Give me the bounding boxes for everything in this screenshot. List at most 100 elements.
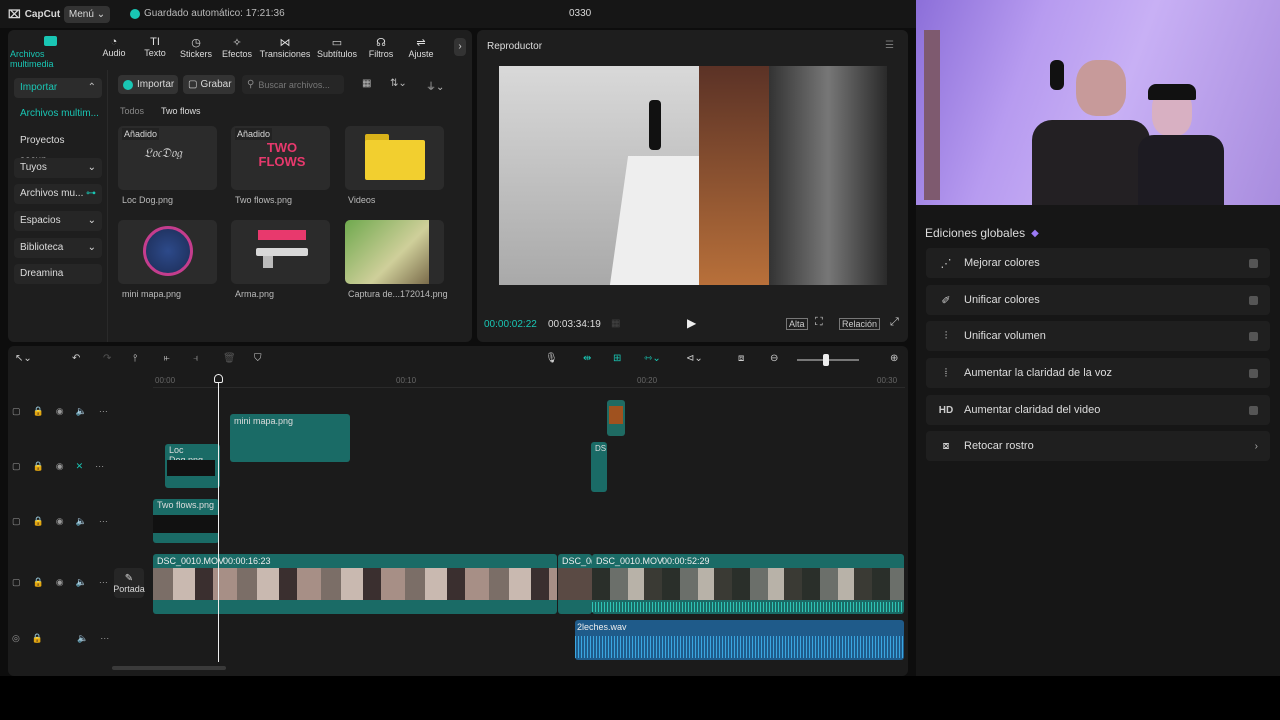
- filter-active[interactable]: Two flows: [161, 106, 201, 116]
- cover-button[interactable]: ✎ Portada: [113, 568, 145, 598]
- grid-view-icon[interactable]: ▦: [362, 78, 371, 89]
- eye-icon[interactable]: ◉: [56, 406, 64, 417]
- tab-effects[interactable]: ✧ Efectos: [218, 36, 256, 59]
- search-input[interactable]: ⚲ Buscar archivos...: [242, 75, 344, 94]
- clip-small-top[interactable]: [607, 400, 625, 436]
- more-icon[interactable]: ⋯: [95, 461, 104, 472]
- record-button[interactable]: ▢ Grabar: [183, 75, 235, 94]
- lock-icon[interactable]: 🔒: [33, 516, 44, 527]
- playhead[interactable]: [214, 374, 223, 662]
- timeline-scrollbar[interactable]: [112, 666, 226, 670]
- import-button[interactable]: Importar: [118, 75, 178, 94]
- media-item-locdog[interactable]: Añadido 𝔏𝔬𝔠𝔇𝔬𝔤: [118, 126, 217, 190]
- media-item-videos-folder[interactable]: [345, 126, 444, 190]
- tab-audio[interactable]: ◔ Audio: [98, 36, 130, 58]
- clip-twoflows[interactable]: Two flows.png: [153, 499, 219, 543]
- more-icon[interactable]: ⋯: [99, 516, 108, 527]
- sidebar-item-dreamina[interactable]: Dreamina: [14, 264, 102, 284]
- clip-main-1[interactable]: DSC_0010.MOV 00:00:16:23: [153, 554, 557, 614]
- global-item-enhance-colors[interactable]: ⋰ Mejorar colores: [926, 248, 1270, 278]
- clip-small-ds[interactable]: DS: [591, 442, 607, 492]
- sidebar-item-library[interactable]: Biblioteca ⌄: [14, 238, 102, 258]
- more-icon[interactable]: ⋯: [99, 406, 108, 417]
- sidebar-item-import[interactable]: Importar ⌃: [14, 78, 102, 98]
- volume-icon[interactable]: 🔈: [76, 577, 87, 588]
- link-clips-icon[interactable]: ⇹: [583, 353, 591, 364]
- quality-button[interactable]: Alta: [786, 318, 808, 330]
- volume-icon[interactable]: 🔈: [77, 633, 88, 644]
- volume-icon[interactable]: 🔈: [76, 516, 87, 527]
- ratio-button[interactable]: Relación: [839, 318, 881, 330]
- sort-icon[interactable]: ⇅⌄: [390, 78, 407, 89]
- media-item-twoflows[interactable]: Añadido TWO FLOWS: [231, 126, 330, 190]
- volume-icon[interactable]: 🔈: [76, 406, 87, 417]
- toggle-switch[interactable]: [1249, 331, 1258, 341]
- lock-icon[interactable]: 🔒: [33, 406, 44, 417]
- media-item-arma[interactable]: [231, 220, 330, 284]
- trash-icon[interactable]: 🗑: [223, 353, 236, 364]
- microphone-icon[interactable]: 🎙: [545, 353, 558, 364]
- screen-icon[interactable]: ⧈: [738, 353, 744, 364]
- sidebar-item-media-archive[interactable]: Archivos mu... ⊶: [14, 184, 102, 204]
- zoom-slider-handle[interactable]: [823, 354, 829, 366]
- sidebar-item-subprojects[interactable]: Proyectos secun...: [14, 131, 102, 166]
- filter-icon[interactable]: ⏚⌄: [426, 78, 444, 93]
- tab-stickers[interactable]: ◷ Stickers: [176, 36, 216, 59]
- lock-icon[interactable]: 🔒: [33, 461, 44, 472]
- magnet-icon[interactable]: ⊞: [613, 353, 621, 364]
- delete-left-icon[interactable]: ⫦: [164, 353, 170, 364]
- clip-main-2[interactable]: DSC_0(: [558, 554, 594, 614]
- tab-subtitles[interactable]: ▭ Subtítulos: [314, 36, 360, 59]
- media-item-captura[interactable]: [345, 220, 444, 284]
- play-icon[interactable]: ▶: [687, 316, 696, 330]
- clip-minimapa[interactable]: mini mapa.png: [230, 414, 350, 462]
- sidebar-item-yours[interactable]: Tuyos ⌄: [14, 158, 102, 178]
- mute-icon[interactable]: ✕: [76, 461, 84, 472]
- eye-icon[interactable]: ◉: [56, 516, 64, 527]
- media-item-minimapa[interactable]: [118, 220, 217, 284]
- global-item-video-clarity[interactable]: HD Aumentar claridad del video: [926, 395, 1270, 425]
- global-item-unify-volume[interactable]: ⫶ Unificar volumen: [926, 321, 1270, 351]
- zoom-out-icon[interactable]: ⊖: [770, 353, 778, 364]
- zoom-in-icon[interactable]: ⊕: [890, 353, 898, 364]
- auto-snap-icon[interactable]: ⇿⌄: [644, 353, 661, 364]
- split-icon[interactable]: ⫯: [133, 353, 137, 364]
- select-cursor-icon[interactable]: ↖⌄: [15, 353, 32, 364]
- timeline-ruler[interactable]: 00:00 00:10 00:20 00:30: [153, 372, 905, 388]
- zoom-fit-icon[interactable]: ⛶: [815, 316, 823, 329]
- menu-lines-icon[interactable]: ☰: [885, 40, 894, 51]
- tab-text[interactable]: TI Texto: [139, 36, 171, 58]
- tab-adjust[interactable]: ⇌ Ajuste: [404, 36, 438, 59]
- global-item-retouch-face[interactable]: ⧇ Retocar rostro ›: [926, 431, 1270, 461]
- lock-icon[interactable]: 🔒: [32, 633, 43, 644]
- global-item-voice-clarity[interactable]: ⦙ Aumentar la claridad de la voz: [926, 358, 1270, 388]
- menu-button[interactable]: Menú ⌄: [64, 6, 110, 23]
- zoom-slider[interactable]: [797, 354, 859, 366]
- timeline-grid-icon[interactable]: ▦: [611, 318, 620, 329]
- clip-main-3[interactable]: DSC_0010.MOV 00:00:52:29: [592, 554, 904, 614]
- more-icon[interactable]: ⋯: [100, 633, 109, 644]
- preview-axis-icon[interactable]: ⊲⌄: [686, 353, 703, 364]
- shield-icon[interactable]: ⛉: [254, 353, 262, 364]
- tab-media[interactable]: Archivos multimedia: [10, 36, 90, 69]
- toggle-switch[interactable]: [1249, 295, 1258, 305]
- sidebar-item-media[interactable]: Archivos multim...: [14, 104, 102, 124]
- sidebar-item-spaces[interactable]: Espacios ⌄: [14, 211, 102, 231]
- toggle-switch[interactable]: [1249, 258, 1258, 268]
- eye-icon[interactable]: ◉: [56, 461, 64, 472]
- delete-right-icon[interactable]: ⫣: [193, 353, 199, 364]
- redo-icon[interactable]: ↷: [103, 353, 111, 364]
- lock-icon[interactable]: 🔒: [33, 577, 44, 588]
- eye-icon[interactable]: ◉: [56, 577, 64, 588]
- clip-audio[interactable]: 2leches.wav: [575, 620, 904, 660]
- clip-locdog[interactable]: Loc Dog.png: [165, 444, 220, 488]
- toggle-switch[interactable]: [1249, 368, 1258, 378]
- more-icon[interactable]: ⋯: [99, 577, 108, 588]
- toolbar-next-button[interactable]: ›: [454, 38, 466, 56]
- undo-icon[interactable]: ↶: [72, 353, 80, 364]
- tab-filters[interactable]: ☊ Filtros: [364, 36, 398, 59]
- global-item-unify-colors[interactable]: ✐ Unificar colores: [926, 285, 1270, 315]
- tab-transitions[interactable]: ⋈ Transiciones: [258, 36, 312, 59]
- video-preview[interactable]: [499, 66, 887, 285]
- filter-all[interactable]: Todos: [120, 106, 144, 116]
